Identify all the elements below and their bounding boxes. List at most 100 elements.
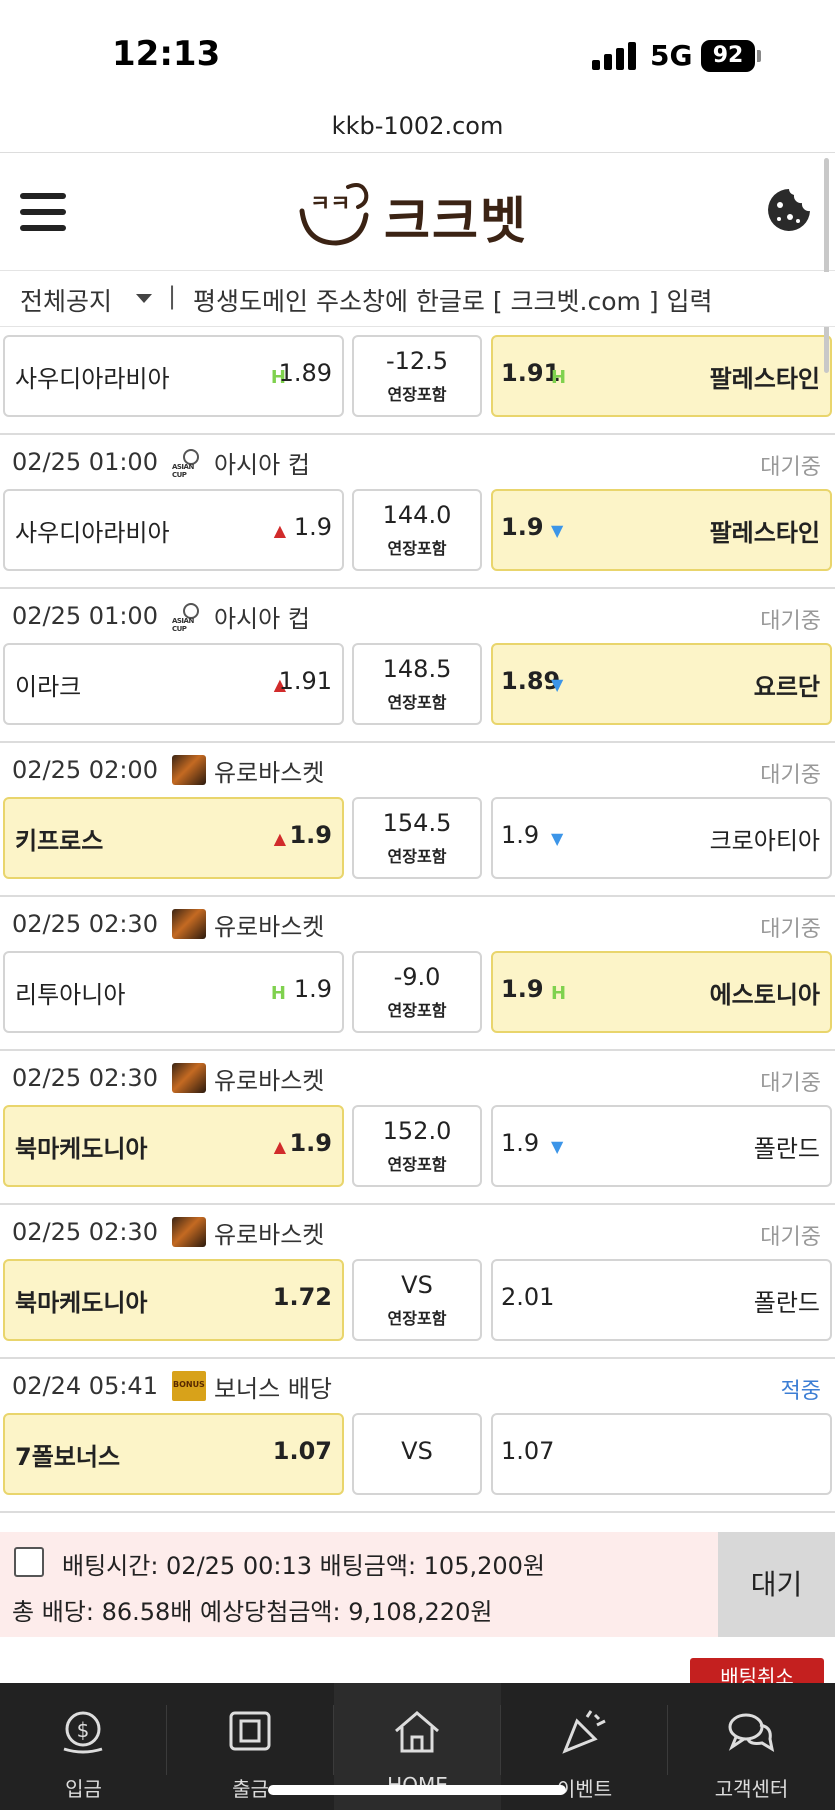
home-odds-button[interactable]: 키프로스 ▲ 1.9	[3, 797, 344, 879]
league-name: 유로바스켓	[213, 1066, 325, 1095]
league-name: 유로바스켓	[213, 912, 325, 941]
home-team: 키프로스	[15, 827, 104, 855]
notice-category-select[interactable]: 전체공지	[20, 282, 112, 318]
overtime-label: 연장포함	[387, 1155, 447, 1174]
match-meta: 02/25 01:00 아시아 컵	[12, 447, 310, 479]
address-bar[interactable]: kkb-1002.com	[0, 112, 835, 140]
cookie-icon[interactable]	[766, 187, 812, 233]
handicap-box[interactable]: VS 연장포함	[352, 1259, 482, 1341]
tab-deposit[interactable]: $ 입금	[0, 1683, 167, 1810]
handicap-line: -9.0	[393, 963, 441, 991]
svg-text:$: $	[77, 1718, 90, 1742]
home-team: 7폴보너스	[15, 1443, 121, 1471]
bet-summary: 배팅시간: 02/25 00:13 배팅금액: 105,200원 총 배당: 8…	[0, 1532, 835, 1637]
match-meta: 02/25 01:00 아시아 컵	[12, 601, 310, 633]
bet-status-button[interactable]: 대기	[718, 1532, 835, 1637]
handicap-box[interactable]: -12.5 연장포함	[352, 335, 482, 417]
arrow-up-icon: ▲	[273, 1137, 286, 1156]
notice-bar: 전체공지 | 평생도메인 주소창에 한글로 [ 크크벳.com ] 입력	[0, 272, 835, 327]
away-odds-button[interactable]: 1.9 ▼ 크로아티아	[491, 797, 832, 879]
bet-status: 대기중	[760, 1071, 821, 1096]
away-team: 폴란드	[753, 1135, 820, 1163]
menu-icon[interactable]	[20, 193, 66, 231]
overtime-label: 연장포함	[387, 1309, 447, 1328]
away-odds: 1.9	[501, 1129, 540, 1157]
bet-select-checkbox[interactable]	[14, 1547, 44, 1577]
league-name: 유로바스켓	[213, 758, 325, 787]
handicap-marker: H	[270, 983, 286, 1004]
away-team: 에스토니아	[709, 981, 820, 1009]
away-odds-button[interactable]: 1.9 ▼ 팔레스타인	[491, 489, 832, 571]
match-meta: 02/25 02:30 유로바스켓	[12, 909, 325, 941]
handicap-box[interactable]: VS	[352, 1413, 482, 1495]
logo-face-icon: ㅋㅋ	[299, 183, 369, 246]
league-name: 유로바스켓	[213, 1220, 325, 1249]
home-odds-button[interactable]: 사우디아라비아 H 1.89	[3, 335, 344, 417]
home-team: 리투아니아	[15, 981, 126, 1009]
home-odds: 1.07	[272, 1437, 332, 1465]
match-datetime: 02/24 05:41	[12, 1372, 158, 1400]
overtime-label: 연장포함	[387, 385, 447, 404]
bet-row: 02/25 02:00 유로바스켓 대기중 키프로스 ▲ 1.9 154.5 연…	[0, 743, 835, 897]
match-meta: 02/25 02:30 유로바스켓	[12, 1063, 325, 1095]
bet-status: 대기중	[760, 1225, 821, 1250]
away-odds-button[interactable]: 2.01 폴란드	[491, 1259, 832, 1341]
handicap-marker: H	[551, 367, 567, 388]
signal-icon	[592, 40, 636, 70]
chevron-down-icon[interactable]	[136, 294, 152, 303]
home-odds-button[interactable]: 북마케도니아 1.72	[3, 1259, 344, 1341]
clock: 12:13	[112, 34, 221, 74]
bet-time-amount: 배팅시간: 02/25 00:13 배팅금액: 105,200원	[62, 1552, 545, 1580]
match-datetime: 02/25 01:00	[12, 602, 158, 630]
logo-mark: ㅋㅋ	[310, 192, 350, 217]
away-odds-button[interactable]: 1.9 H 에스토니아	[491, 951, 832, 1033]
bet-row: 02/24 05:41 보너스 배당 적중 7폴보너스 1.07 VS 1.07	[0, 1359, 835, 1513]
away-team: 폴란드	[753, 1289, 820, 1317]
handicap-box[interactable]: 144.0 연장포함	[352, 489, 482, 571]
bet-status: 대기중	[760, 763, 821, 788]
handicap-line: 152.0	[382, 1117, 452, 1145]
tab-support[interactable]: 고객센터	[668, 1683, 835, 1810]
site-logo[interactable]: ㅋㅋ 크크벳	[296, 175, 541, 250]
party-icon	[562, 1710, 606, 1754]
home-odds-button[interactable]: 북마케도니아 ▲ 1.9	[3, 1105, 344, 1187]
home-odds-button[interactable]: 리투아니아 H 1.9	[3, 951, 344, 1033]
deposit-icon: $	[63, 1711, 103, 1754]
handicap-line: VS	[401, 1437, 433, 1465]
away-odds: 2.01	[501, 1283, 555, 1311]
handicap-line: 154.5	[382, 809, 452, 837]
handicap-box[interactable]: -9.0 연장포함	[352, 951, 482, 1033]
home-indicator	[268, 1785, 566, 1795]
home-odds-button[interactable]: 사우디아라비아 ▲ 1.9	[3, 489, 344, 571]
handicap-box[interactable]: 152.0 연장포함	[352, 1105, 482, 1187]
handicap-box[interactable]: 148.5 연장포함	[352, 643, 482, 725]
bet-status: 대기중	[760, 609, 821, 634]
site-header: ㅋㅋ 크크벳	[0, 153, 835, 271]
handicap-line: VS	[401, 1271, 433, 1299]
notice-separator: |	[168, 282, 177, 310]
away-odds: 1.07	[501, 1437, 555, 1465]
away-odds-button[interactable]: 1.07	[491, 1413, 832, 1495]
away-odds-button[interactable]: 1.9 ▼ 폴란드	[491, 1105, 832, 1187]
arrow-up-icon: ▲	[273, 521, 286, 540]
away-team: 크로아티아	[709, 827, 820, 855]
asian-cup-icon	[172, 601, 206, 633]
bet-status: 적중	[780, 1379, 821, 1404]
battery-icon: 92	[701, 40, 755, 72]
home-odds-button[interactable]: 이라크 ▲ 1.91	[3, 643, 344, 725]
bet-row: 02/25 01:00 아시아 컵 대기중 사우디아라비아 ▲ 1.9 144.…	[0, 435, 835, 589]
overtime-label: 연장포함	[387, 693, 447, 712]
home-odds-button[interactable]: 7폴보너스 1.07	[3, 1413, 344, 1495]
tab-label: 입금	[65, 1777, 102, 1801]
asian-cup-icon	[172, 447, 206, 479]
handicap-box[interactable]: 154.5 연장포함	[352, 797, 482, 879]
bet-list[interactable]: 02/25 01:00 아시아 컵 대기중 사우디아라비아 H 1.89 -12…	[0, 327, 835, 1532]
home-odds: 1.9	[289, 1129, 332, 1157]
home-odds: 1.72	[272, 1283, 332, 1311]
away-odds-button[interactable]: 1.91 H 팔레스타인	[491, 335, 832, 417]
scrollbar[interactable]	[824, 158, 829, 373]
away-odds-button[interactable]: 1.89 ▼ 요르단	[491, 643, 832, 725]
away-team: 팔레스타인	[709, 519, 820, 547]
match-datetime: 02/25 02:30	[12, 1064, 158, 1092]
arrow-down-icon: ▼	[551, 675, 564, 694]
